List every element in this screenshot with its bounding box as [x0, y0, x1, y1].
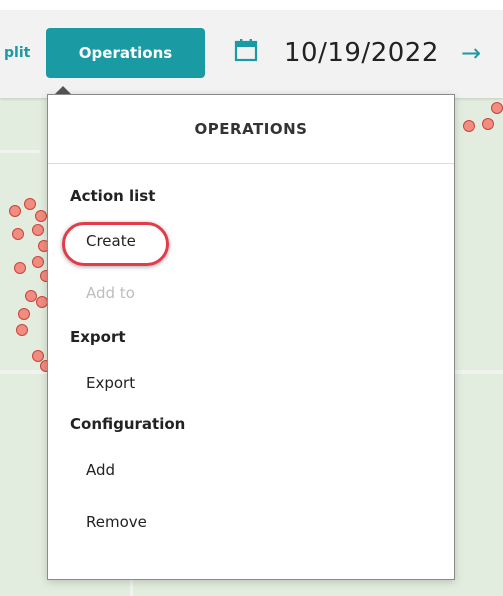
map-marker[interactable] [9, 205, 21, 217]
map-road [0, 150, 40, 153]
section-action-list: Action list [70, 187, 156, 205]
top-toolbar: plit Operations 10/19/2022 → [0, 0, 503, 98]
map-marker[interactable] [16, 324, 28, 336]
arrow-right-icon[interactable]: → [461, 36, 481, 70]
section-configuration: Configuration [70, 415, 186, 433]
map-marker[interactable] [32, 224, 44, 236]
map-marker[interactable] [463, 120, 475, 132]
map-marker[interactable] [24, 198, 36, 210]
menu-item-add-to: Add to [86, 284, 135, 302]
menu-item-export[interactable]: Export [86, 374, 135, 392]
map-marker[interactable] [35, 210, 47, 222]
map-marker[interactable] [18, 308, 30, 320]
menu-item-remove[interactable]: Remove [86, 513, 147, 531]
split-button[interactable]: plit [0, 30, 42, 76]
operations-dropdown-menu: OPERATIONS Action list Create Add to Exp… [47, 94, 455, 580]
calendar-icon[interactable] [234, 38, 258, 62]
map-marker[interactable] [491, 102, 503, 114]
operations-button[interactable]: Operations [46, 28, 205, 78]
menu-title: OPERATIONS [48, 95, 454, 164]
menu-item-create[interactable]: Create [86, 232, 136, 250]
map-marker[interactable] [12, 228, 24, 240]
map-marker[interactable] [14, 262, 26, 274]
map-marker[interactable] [32, 256, 44, 268]
toolbar-top-strip [0, 0, 503, 10]
menu-item-add[interactable]: Add [86, 461, 115, 479]
date-display[interactable]: 10/19/2022 [284, 30, 439, 76]
section-export: Export [70, 328, 126, 346]
map-marker[interactable] [482, 118, 494, 130]
